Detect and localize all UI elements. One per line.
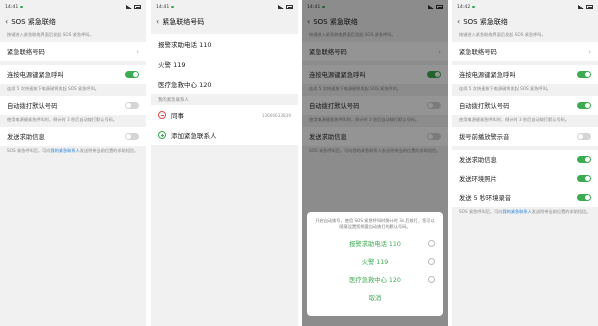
sos-settings-expanded-screen: 14:42 ‹ SOS 紧急联络 按键进入紧急联络界面后发起 SOS 紧急呼叫。… (452, 0, 598, 326)
row-label: 连按电源键紧急呼叫 (459, 72, 516, 79)
emergency-number-row[interactable]: 紧急联络号码 › (452, 42, 598, 61)
auto-dial-toggle[interactable] (125, 102, 139, 109)
title-bar: ‹ SOS 紧急联络 (452, 14, 598, 30)
emergency-contacts-link[interactable]: 我的紧急联系人 (502, 209, 531, 214)
send-photo-toggle[interactable] (577, 175, 591, 182)
radio-icon[interactable] (428, 275, 435, 283)
status-time: 14:41 (156, 4, 170, 10)
row-label: 发送环境照片 (459, 176, 497, 183)
auto-dial-desc: 使用电源键紧急呼叫时，倒计时 3 秒后自动拨打默认号码。 (7, 117, 118, 122)
add-contact-icon[interactable] (158, 131, 166, 139)
row-label: 自动拨打默认号码 (459, 103, 510, 110)
notification-dot-icon (171, 5, 174, 9)
battery-icon (586, 5, 593, 9)
row-label: 紧急联络号码 (7, 49, 45, 56)
row-label: 连按电源键紧急呼叫 (7, 72, 64, 79)
row-label: 发送 5 秒环境录音 (459, 195, 512, 202)
bottom-desc: SOS 紧急呼叫后，可向我的紧急联系人发送附带当前位置的求助短信。 (7, 148, 139, 153)
option-label: 报警求助电话 110 (349, 240, 401, 248)
radio-icon[interactable] (428, 239, 435, 247)
power-key-toggle[interactable] (125, 71, 139, 78)
status-bar: 14:41 (151, 0, 298, 14)
status-bar: 14:42 (452, 0, 598, 14)
warning-sound-toggle[interactable] (577, 133, 591, 140)
auto-dial-desc: 使用电源键紧急呼叫时，倒计时 3 秒后自动拨打默认号码。 (459, 117, 570, 122)
auto-dial-row[interactable]: 自动拨打默认号码 (0, 96, 146, 115)
send-info-toggle[interactable] (577, 156, 591, 163)
auto-dial-row[interactable]: 自动拨打默认号码 (452, 96, 598, 115)
page-title: 紧急联络号码 (162, 18, 205, 26)
number-item-119[interactable]: 火警 119 (151, 54, 298, 74)
back-arrow-icon[interactable]: ‹ (156, 18, 159, 26)
emergency-number-row[interactable]: 紧急联络号码 › (0, 42, 146, 61)
row-label: 发送求助信息 (7, 134, 45, 141)
bottom-desc: SOS 紧急呼叫后，可向我的紧急联系人发送附带当前位置的求助短信。 (459, 209, 591, 214)
send-photo-row[interactable]: 发送环境照片 (452, 169, 598, 188)
contact-row[interactable]: 同事 13666633839 (151, 105, 298, 125)
status-time: 14:42 (457, 4, 471, 10)
power-key-desc: 连续 5 次快速按下电源键将发起 SOS 紧急呼叫。 (7, 86, 99, 91)
remove-contact-icon[interactable] (158, 111, 166, 119)
warning-sound-row[interactable]: 拨号前播放警示音 (452, 127, 598, 146)
row-label: 紧急联络号码 (459, 49, 497, 56)
notification-dot-icon (472, 5, 475, 9)
default-number-dialog: 开启自动拨号，使用 SOS 紧急呼叫时倒计时 3s 后拨打，您可以随意设置您想要… (307, 212, 443, 316)
send-info-toggle[interactable] (125, 133, 139, 140)
option-120[interactable]: 医疗急救中心 120 (307, 270, 443, 288)
power-key-desc: 连续 5 次快速按下电源键将发起 SOS 紧急呼叫。 (459, 86, 551, 91)
power-key-row[interactable]: 连按电源键紧急呼叫 (452, 65, 598, 84)
send-audio-toggle[interactable] (577, 194, 591, 201)
section-label: 我的紧急联系人 (158, 98, 189, 103)
screenshot-collage: 14:41 ‹ SOS 紧急联络 按键进入紧急联络界面后发起 SOS 紧急呼叫。… (0, 0, 598, 326)
status-time: 14:41 (5, 4, 19, 10)
emergency-contacts-link[interactable]: 我的紧急联系人 (50, 148, 79, 153)
power-key-row[interactable]: 连按电源键紧急呼叫 (0, 65, 146, 84)
chevron-right-icon: › (588, 47, 591, 56)
add-contact-label: 添加紧急联系人 (171, 132, 217, 140)
title-bar: ‹ SOS 紧急联络 (0, 14, 146, 30)
status-bar: 14:41 (0, 0, 146, 14)
intro-text: 按键进入紧急联络界面后发起 SOS 紧急呼叫。 (7, 32, 94, 37)
back-arrow-icon[interactable]: ‹ (457, 18, 460, 26)
add-contact-row[interactable]: 添加紧急联系人 (151, 125, 298, 145)
sos-settings-screen: 14:41 ‹ SOS 紧急联络 按键进入紧急联络界面后发起 SOS 紧急呼叫。… (0, 0, 146, 326)
radio-icon[interactable] (428, 257, 435, 265)
row-label: 发送求助信息 (459, 157, 497, 164)
number-item-110[interactable]: 报警求助电话 110 (151, 34, 298, 54)
sos-settings-dialog-screen: 14:41 ‹ SOS 紧急联络 按键进入紧急联络界面后发起 SOS 紧急呼叫。… (302, 0, 448, 326)
auto-dial-toggle[interactable] (577, 102, 591, 109)
send-info-row[interactable]: 发送求助信息 (452, 150, 598, 169)
back-arrow-icon[interactable]: ‹ (5, 18, 8, 26)
option-119[interactable]: 火警 119 (307, 252, 443, 270)
intro-text: 按键进入紧急联络界面后发起 SOS 紧急呼叫。 (459, 32, 546, 37)
option-110[interactable]: 报警求助电话 110 (307, 234, 443, 252)
signal-icon (126, 5, 132, 9)
emergency-numbers-screen: 14:41 ‹ 紧急联络号码 报警求助电话 110 火警 119 医疗急救中心 … (151, 0, 298, 326)
signal-icon (578, 5, 584, 9)
contact-name: 同事 (171, 112, 184, 120)
power-key-toggle[interactable] (577, 71, 591, 78)
send-audio-row[interactable]: 发送 5 秒环境录音 (452, 188, 598, 207)
signal-icon (278, 5, 284, 9)
contact-number: 13666633839 (261, 112, 291, 118)
cancel-button[interactable]: 取消 (307, 288, 443, 306)
option-label: 火警 119 (361, 258, 389, 266)
chevron-right-icon: › (136, 47, 139, 56)
page-title: SOS 紧急联络 (11, 18, 56, 26)
number-item-120[interactable]: 医疗急救中心 120 (151, 74, 298, 94)
dialog-desc: 开启自动拨号，使用 SOS 紧急呼叫时倒计时 3s 后拨打，您可以随意设置您想要… (315, 218, 435, 229)
send-info-row[interactable]: 发送求助信息 (0, 127, 146, 146)
title-bar: ‹ 紧急联络号码 (151, 14, 298, 30)
row-label: 拨号前播放警示音 (459, 134, 510, 141)
row-label: 自动拨打默认号码 (7, 103, 58, 110)
page-title: SOS 紧急联络 (463, 18, 508, 26)
battery-icon (134, 5, 141, 9)
notification-dot-icon (20, 5, 23, 9)
option-label: 医疗急救中心 120 (349, 276, 401, 284)
battery-icon (286, 5, 293, 9)
